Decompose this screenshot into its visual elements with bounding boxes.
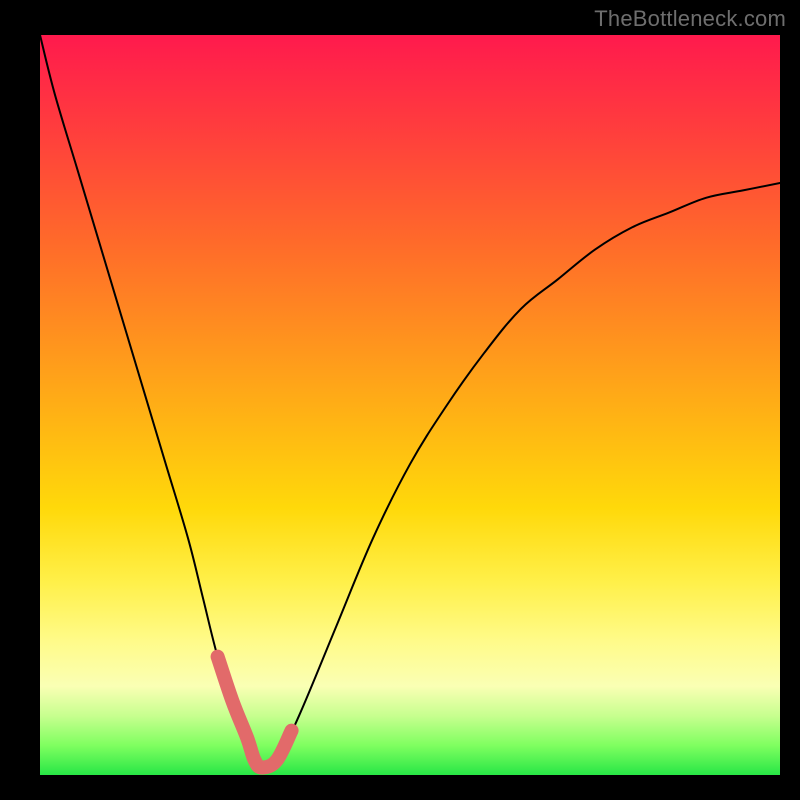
curve-svg xyxy=(40,35,780,775)
plot-area xyxy=(40,35,780,775)
chart-frame: TheBottleneck.com xyxy=(0,0,800,800)
watermark-text: TheBottleneck.com xyxy=(594,6,786,32)
bottleneck-curve xyxy=(40,35,780,768)
optimal-highlight xyxy=(218,657,292,768)
